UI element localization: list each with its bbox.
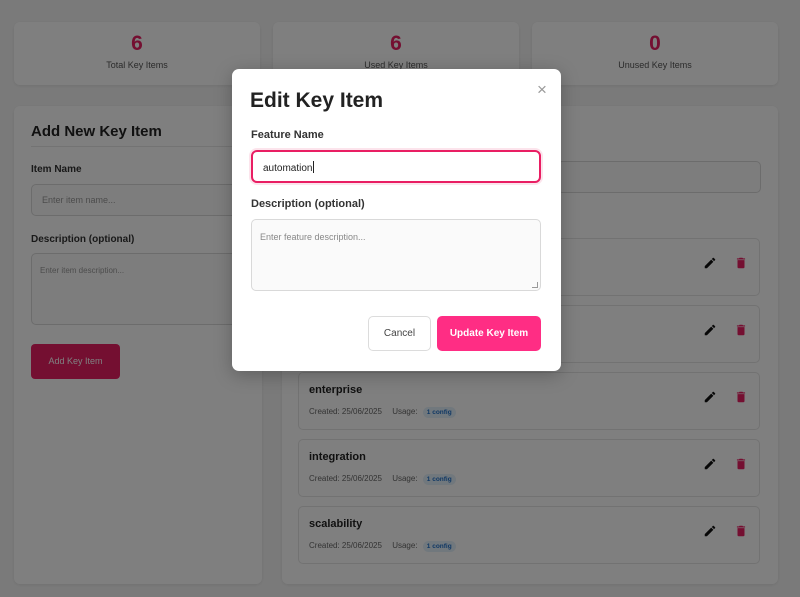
text-caret [313, 161, 315, 173]
modal-title: Edit Key Item [250, 89, 384, 112]
resize-handle-icon[interactable] [532, 282, 538, 288]
feature-name-label: Feature Name [251, 129, 324, 141]
cancel-button[interactable]: Cancel [368, 316, 431, 351]
feature-description-placeholder: Enter feature description... [260, 232, 366, 242]
edit-key-item-modal: Edit Key Item × Feature Name automation … [232, 69, 561, 371]
feature-description-label: Description (optional) [251, 198, 365, 210]
feature-description-input[interactable]: Enter feature description... [251, 219, 541, 291]
close-icon[interactable]: × [537, 81, 547, 98]
feature-name-value: automation [263, 163, 313, 174]
update-key-item-button[interactable]: Update Key Item [437, 316, 541, 351]
feature-name-input[interactable]: automation [251, 150, 541, 183]
